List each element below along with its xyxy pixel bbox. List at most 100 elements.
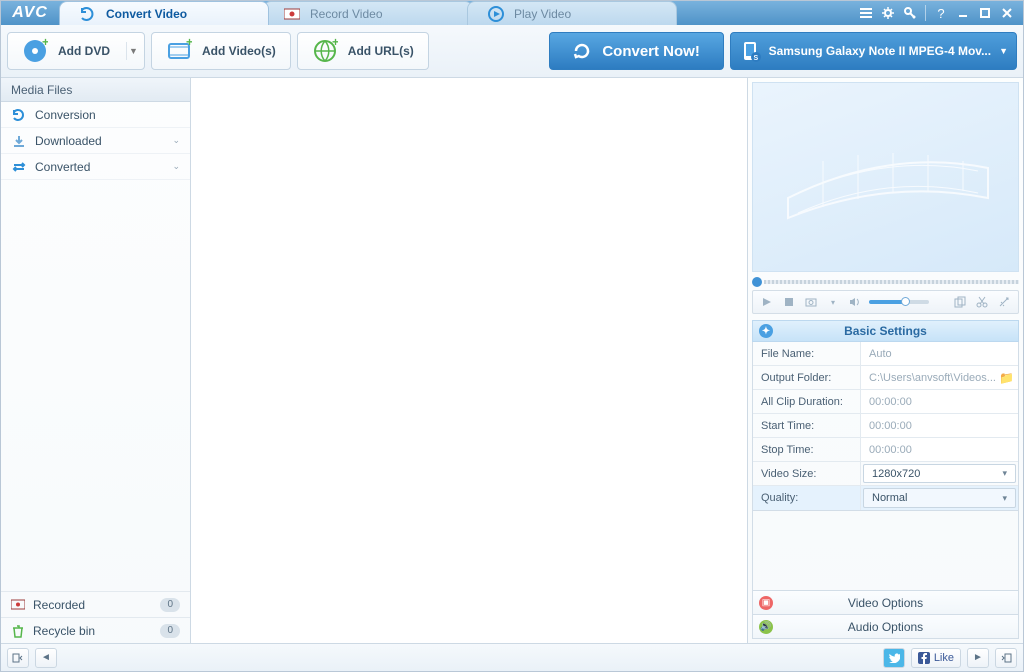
chevron-down-icon[interactable]: ▼ <box>999 46 1008 56</box>
audio-options-icon: 🔊 <box>759 620 773 634</box>
next-button[interactable]: ► <box>967 648 989 668</box>
svg-text:+: + <box>332 38 338 49</box>
file-list[interactable] <box>191 78 748 643</box>
svg-text:+: + <box>42 38 48 49</box>
stop-time-field[interactable]: 00:00:00 <box>861 438 1018 461</box>
effects-icon[interactable] <box>996 294 1012 310</box>
disc-icon: + <box>22 38 48 64</box>
count-badge: 0 <box>160 624 180 638</box>
setting-label: Stop Time: <box>753 438 861 461</box>
video-options-icon: ▣ <box>759 596 773 610</box>
sidebar-item-conversion[interactable]: Conversion <box>1 102 190 128</box>
play-video-icon <box>488 6 504 22</box>
app-logo: AVC <box>1 1 59 25</box>
like-label: Like <box>934 652 954 664</box>
svg-text:+: + <box>186 38 192 49</box>
key-icon[interactable] <box>900 4 920 22</box>
setting-label: Video Size: <box>753 462 861 485</box>
sidebar-item-downloaded[interactable]: Downloaded ⌄ <box>1 128 190 154</box>
layout-toggle-right-button[interactable] <box>995 648 1017 668</box>
titlebar: AVC Convert Video Record Video Play Vide… <box>1 1 1023 25</box>
progress-track[interactable] <box>764 280 1019 284</box>
tab-convert-video[interactable]: Convert Video <box>59 1 269 25</box>
start-time-field[interactable]: 00:00:00 <box>861 414 1018 437</box>
button-label: Add Video(s) <box>202 44 276 58</box>
add-videos-button[interactable]: + Add Video(s) <box>151 32 291 70</box>
volume-icon[interactable] <box>847 294 863 310</box>
copy-icon[interactable] <box>952 294 968 310</box>
setting-output-folder: Output Folder: C:\Users\anvsoft\Videos..… <box>753 366 1018 390</box>
output-folder-field[interactable]: C:\Users\anvsoft\Videos...📁 <box>861 366 1018 389</box>
add-dvd-button[interactable]: + Add DVD ▼ <box>7 32 145 70</box>
playback-progress[interactable] <box>752 276 1019 288</box>
stop-icon[interactable] <box>781 294 797 310</box>
statusbar: ◄ Like ► <box>1 643 1023 671</box>
basic-settings-header[interactable]: ✦ Basic Settings <box>752 320 1019 342</box>
button-label: Add DVD <box>58 44 110 58</box>
volume-slider[interactable] <box>869 300 929 304</box>
tab-label: Convert Video <box>106 7 187 21</box>
add-urls-button[interactable]: + Add URL(s) <box>297 32 429 70</box>
setting-file-name: File Name: Auto <box>753 342 1018 366</box>
convert-video-icon <box>80 6 96 22</box>
menu-icon[interactable] <box>856 4 876 22</box>
maximize-button[interactable] <box>975 4 995 22</box>
record-video-icon <box>284 6 300 22</box>
audio-options-row[interactable]: 🔊 Audio Options <box>752 615 1019 639</box>
minimize-button[interactable] <box>953 4 973 22</box>
setting-label: All Clip Duration: <box>753 390 861 413</box>
panel-title: Basic Settings <box>844 324 927 338</box>
sidebar-item-label: Converted <box>35 160 90 174</box>
twitter-button[interactable] <box>883 648 905 668</box>
folder-icon[interactable]: 📁 <box>999 371 1014 385</box>
button-label: Add URL(s) <box>348 44 414 58</box>
setting-label: Quality: <box>753 486 861 510</box>
quality-combo[interactable]: Normal▾ <box>863 488 1016 508</box>
output-profile-button[interactable]: S Samsung Galaxy Note II MPEG-4 Mov... ▼ <box>730 32 1017 70</box>
sidebar-item-converted[interactable]: Converted ⌄ <box>1 154 190 180</box>
chevron-down-icon[interactable]: ⌄ <box>172 161 180 172</box>
snapshot-menu-icon[interactable]: ▾ <box>825 294 841 310</box>
tab-play-video[interactable]: Play Video <box>467 1 677 25</box>
svg-text:S: S <box>753 55 758 62</box>
count-badge: 0 <box>160 598 180 612</box>
sidebar-item-label: Downloaded <box>35 134 102 148</box>
help-icon[interactable]: ? <box>931 4 951 22</box>
right-pane: ▾ ✦ Basic Settings File Name: Auto Outpu… <box>748 78 1023 643</box>
media-controls: ▾ <box>752 290 1019 314</box>
all-clip-duration-field[interactable]: 00:00:00 <box>861 390 1018 413</box>
video-size-combo[interactable]: 1280x720▾ <box>863 464 1016 483</box>
sidebar-item-recorded[interactable]: Recorded 0 <box>1 591 190 617</box>
video-preview[interactable] <box>752 82 1019 272</box>
setting-label: Start Time: <box>753 414 861 437</box>
tab-record-video[interactable]: Record Video <box>263 1 473 25</box>
trash-icon <box>11 624 25 638</box>
setting-all-clip-duration: All Clip Duration: 00:00:00 <box>753 390 1018 414</box>
prev-button[interactable]: ◄ <box>35 648 57 668</box>
button-label: Samsung Galaxy Note II MPEG-4 Mov... <box>769 44 992 58</box>
file-name-field[interactable]: Auto <box>861 342 1018 365</box>
cut-icon[interactable] <box>974 294 990 310</box>
convert-now-button[interactable]: Convert Now! <box>549 32 724 70</box>
chevron-down-icon[interactable]: ▼ <box>126 42 140 60</box>
settings-icon[interactable] <box>878 4 898 22</box>
option-label: Audio Options <box>848 620 923 634</box>
chevron-down-icon: ▾ <box>1002 468 1007 479</box>
volume-thumb[interactable] <box>901 297 910 306</box>
tab-label: Record Video <box>310 7 383 21</box>
facebook-like-button[interactable]: Like <box>911 648 961 668</box>
recorded-icon <box>11 599 25 611</box>
close-button[interactable] <box>997 4 1017 22</box>
snapshot-icon[interactable] <box>803 294 819 310</box>
setting-start-time: Start Time: 00:00:00 <box>753 414 1018 438</box>
setting-video-size: Video Size: 1280x720▾ <box>753 462 1018 486</box>
chevron-down-icon[interactable]: ⌄ <box>172 135 180 146</box>
basic-settings-table: File Name: Auto Output Folder: C:\Users\… <box>752 342 1019 511</box>
layout-toggle-button[interactable] <box>7 648 29 668</box>
tab-label: Play Video <box>514 7 571 21</box>
progress-thumb[interactable] <box>752 277 762 287</box>
chevron-down-icon: ▾ <box>1002 493 1007 504</box>
play-icon[interactable] <box>759 294 775 310</box>
video-options-row[interactable]: ▣ Video Options <box>752 591 1019 615</box>
sidebar-item-recycle-bin[interactable]: Recycle bin 0 <box>1 617 190 643</box>
